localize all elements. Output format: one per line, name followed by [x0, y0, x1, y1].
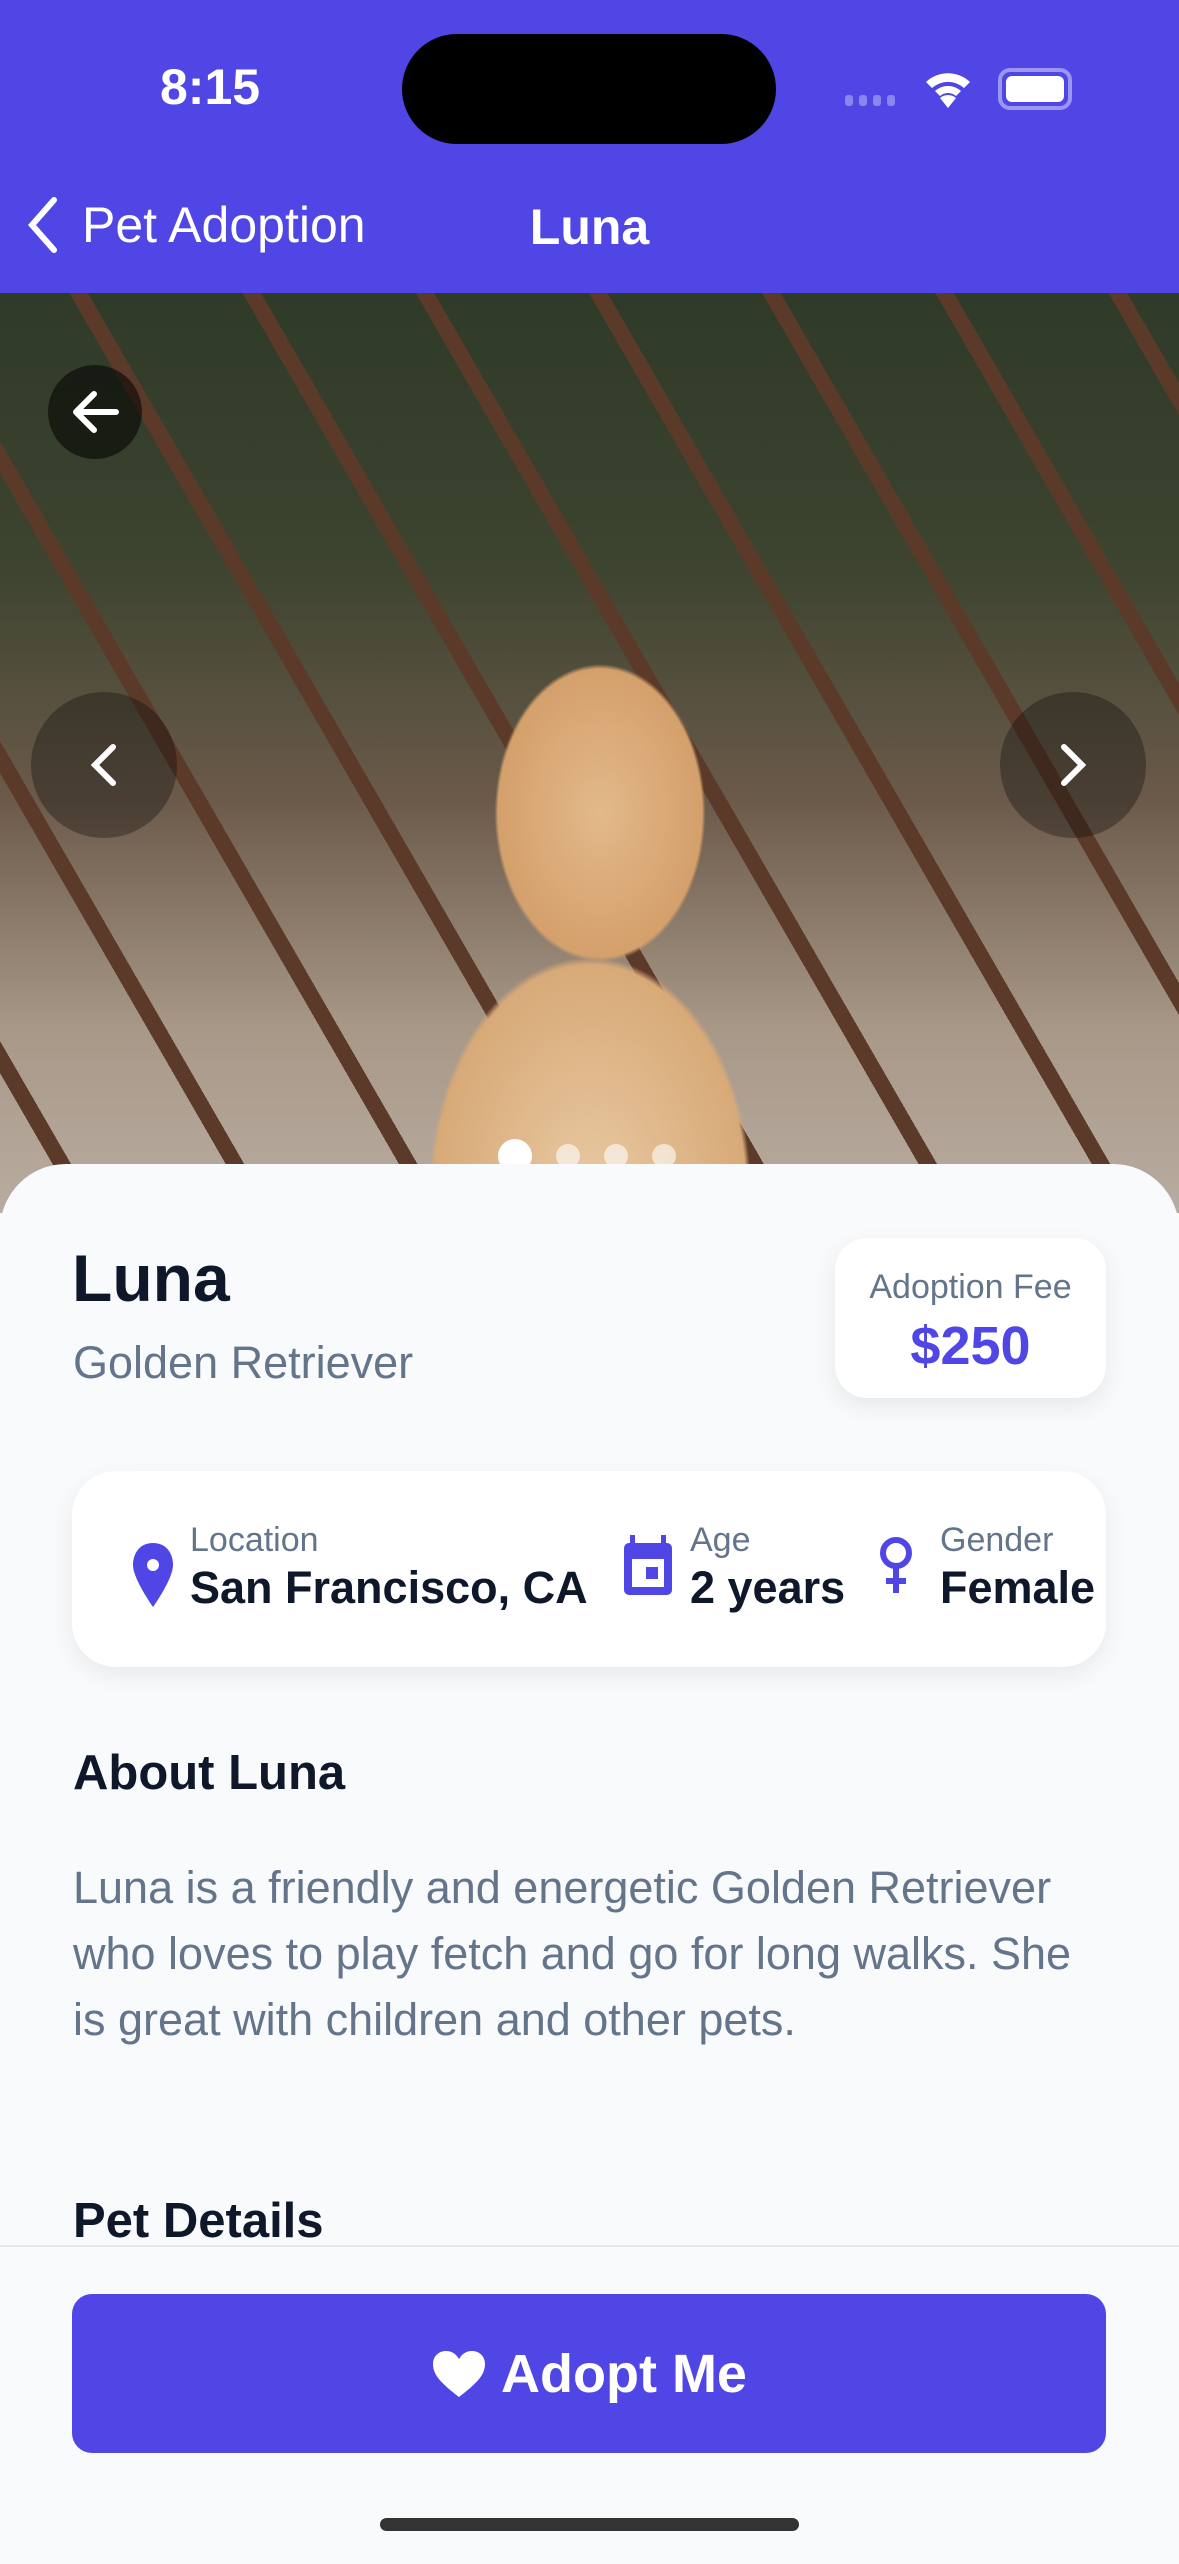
adopt-me-button[interactable]: Adopt Me	[72, 2294, 1106, 2453]
info-label: Age	[690, 1521, 751, 1559]
adopt-me-label: Adopt Me	[501, 2343, 747, 2404]
arrow-left-icon	[73, 391, 119, 433]
pet-breed: Golden Retriever	[73, 1337, 414, 1388]
nav-title: Luna	[529, 199, 650, 255]
chevron-left-icon	[90, 744, 116, 786]
info-gender: Gender Female	[876, 1521, 1095, 1614]
fee-value: $250	[910, 1316, 1031, 1376]
location-pin-icon	[133, 1543, 173, 1607]
heart-icon	[433, 2350, 486, 2397]
info-label: Gender	[940, 1521, 1054, 1559]
pet-details-heading: Pet Details	[73, 2194, 324, 2248]
info-card: Location San Francisco, CA Age 2 years Gen…	[72, 1471, 1106, 1667]
home-indicator[interactable]	[380, 2518, 799, 2531]
cellular-signal-icon	[845, 95, 895, 106]
fee-label: Adoption Fee	[869, 1268, 1072, 1306]
chevron-right-icon	[1061, 744, 1087, 786]
header-bar: 8:15 Pet Adoption Luna	[0, 0, 1179, 293]
dynamic-island	[402, 34, 776, 144]
about-heading: About Luna	[73, 1746, 346, 1800]
status-time: 8:15	[160, 59, 261, 115]
battery-icon	[998, 68, 1072, 110]
about-text: Luna is a friendly and energetic Golden …	[73, 1862, 1072, 2045]
info-value: 2 years	[690, 1562, 846, 1613]
previous-photo-button[interactable]	[31, 692, 177, 838]
next-photo-button[interactable]	[1000, 692, 1146, 838]
info-value: San Francisco, CA	[190, 1562, 588, 1613]
calendar-icon	[624, 1535, 672, 1595]
female-icon	[880, 1537, 912, 1593]
photo-back-button[interactable]	[48, 365, 142, 459]
pet-name: Luna	[72, 1241, 230, 1315]
info-age: Age 2 years	[620, 1521, 845, 1614]
info-value: Female	[940, 1562, 1096, 1613]
info-label: Location	[190, 1521, 319, 1559]
adoption-fee-card: Adoption Fee $250	[835, 1238, 1106, 1398]
wifi-icon	[926, 73, 970, 108]
info-location: Location San Francisco, CA	[130, 1521, 588, 1614]
